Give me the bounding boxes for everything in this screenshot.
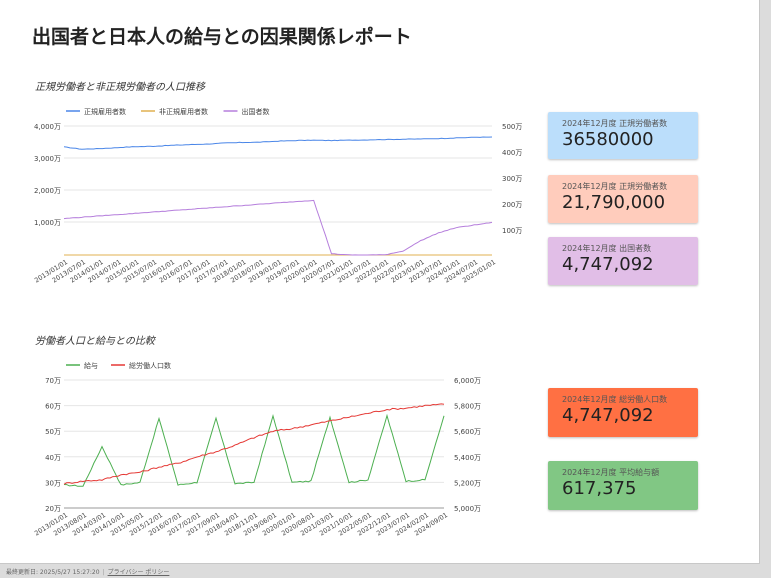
card-total-workforce-label: 2024年12月度 総労働人口数 bbox=[562, 395, 668, 404]
chart1-title: 正規労働者と非正規労働者の人口推移 bbox=[35, 82, 205, 93]
y-right-tick-label: 400万 bbox=[502, 149, 522, 157]
card-total-workforce-value: 4,747,092 bbox=[562, 405, 654, 426]
card-departures-label: 2024年12月度 出国者数 bbox=[562, 244, 652, 253]
legend-label: 正規雇用者数 bbox=[84, 107, 126, 116]
privacy-policy-link[interactable]: プライバシー ポリシー bbox=[108, 569, 170, 576]
series-line-0 bbox=[63, 136, 493, 150]
series-line-2 bbox=[63, 199, 493, 256]
y-right-tick-label: 5,000万 bbox=[454, 505, 481, 513]
chart2-salary: 70万 60万 50万 40万 30万 20万 6,000万 5,800万 5,600万 5,40… bbox=[33, 361, 481, 538]
card-regular-workers-2: 2024年12月度 正規労働者数 21,790,000 bbox=[548, 175, 698, 223]
y-left-tick-label: 60万 bbox=[45, 403, 61, 411]
chart1-population: 4,000万 3,000万 2,000万 1,000万 500万 400万 300万 200万… bbox=[33, 107, 522, 285]
card-regular-workers-2-label: 2024年12月度 正規労働者数 bbox=[562, 182, 668, 191]
y-right-tick-label: 5,600万 bbox=[454, 428, 481, 436]
card-regular-workers: 2024年12月度 正規労働者数 36580000 bbox=[548, 112, 698, 159]
legend-label: 非正規雇用者数 bbox=[159, 107, 208, 116]
y-right-tick-label: 100万 bbox=[502, 227, 522, 235]
y-left-tick-label: 3,000万 bbox=[34, 155, 61, 163]
y-right-tick-label: 5,400万 bbox=[454, 454, 481, 462]
report-page: 出国者と日本人の給与との因果関係レポート 正規労働者と非正規労働者の人口推移 4… bbox=[0, 0, 760, 564]
card-departures-value: 4,747,092 bbox=[562, 254, 654, 275]
y-left-tick-label: 40万 bbox=[45, 454, 61, 462]
series-line-0 bbox=[63, 413, 445, 487]
card-regular-workers-label: 2024年12月度 正規労働者数 bbox=[562, 119, 668, 128]
card-departures: 2024年12月度 出国者数 4,747,092 bbox=[548, 237, 698, 285]
page-title: 出国者と日本人の給与との因果関係レポート bbox=[32, 26, 412, 48]
y-right-tick-label: 500万 bbox=[502, 123, 522, 131]
y-left-tick-label: 30万 bbox=[45, 479, 61, 487]
chart2-title: 労働者人口と給与との比較 bbox=[35, 336, 155, 347]
last-updated-text: 最終更新日: 2025/5/27 15:27:20 bbox=[6, 569, 100, 576]
footer-separator: | bbox=[102, 569, 105, 576]
card-regular-workers-2-value: 21,790,000 bbox=[562, 192, 666, 213]
y-right-tick-label: 5,800万 bbox=[454, 403, 481, 411]
y-left-tick-label: 50万 bbox=[45, 428, 61, 436]
y-left-tick-label: 4,000万 bbox=[34, 123, 61, 131]
y-right-tick-label: 6,000万 bbox=[454, 377, 481, 385]
card-regular-workers-value: 36580000 bbox=[562, 129, 654, 150]
y-right-tick-label: 300万 bbox=[502, 175, 522, 183]
y-left-tick-label: 20万 bbox=[45, 505, 61, 513]
y-left-tick-label: 2,000万 bbox=[34, 187, 61, 195]
y-left-tick-label: 70万 bbox=[45, 377, 61, 385]
card-total-workforce: 2024年12月度 総労働人口数 4,747,092 bbox=[548, 388, 698, 437]
legend-label: 総労働人口数 bbox=[129, 361, 171, 370]
card-average-salary-label: 2024年12月度 平均給与額 bbox=[562, 468, 660, 477]
y-left-tick-label: 1,000万 bbox=[34, 219, 61, 227]
y-right-tick-label: 200万 bbox=[502, 201, 522, 209]
y-right-tick-label: 5,200万 bbox=[454, 479, 481, 487]
card-average-salary: 2024年12月度 平均給与額 617,375 bbox=[548, 461, 698, 510]
card-average-salary-value: 617,375 bbox=[562, 478, 637, 499]
footer: 最終更新日: 2025/5/27 15:27:20 | プライバシー ポリシー bbox=[6, 567, 169, 576]
legend-label: 給与 bbox=[84, 361, 98, 370]
legend-label: 出国者数 bbox=[242, 107, 270, 116]
